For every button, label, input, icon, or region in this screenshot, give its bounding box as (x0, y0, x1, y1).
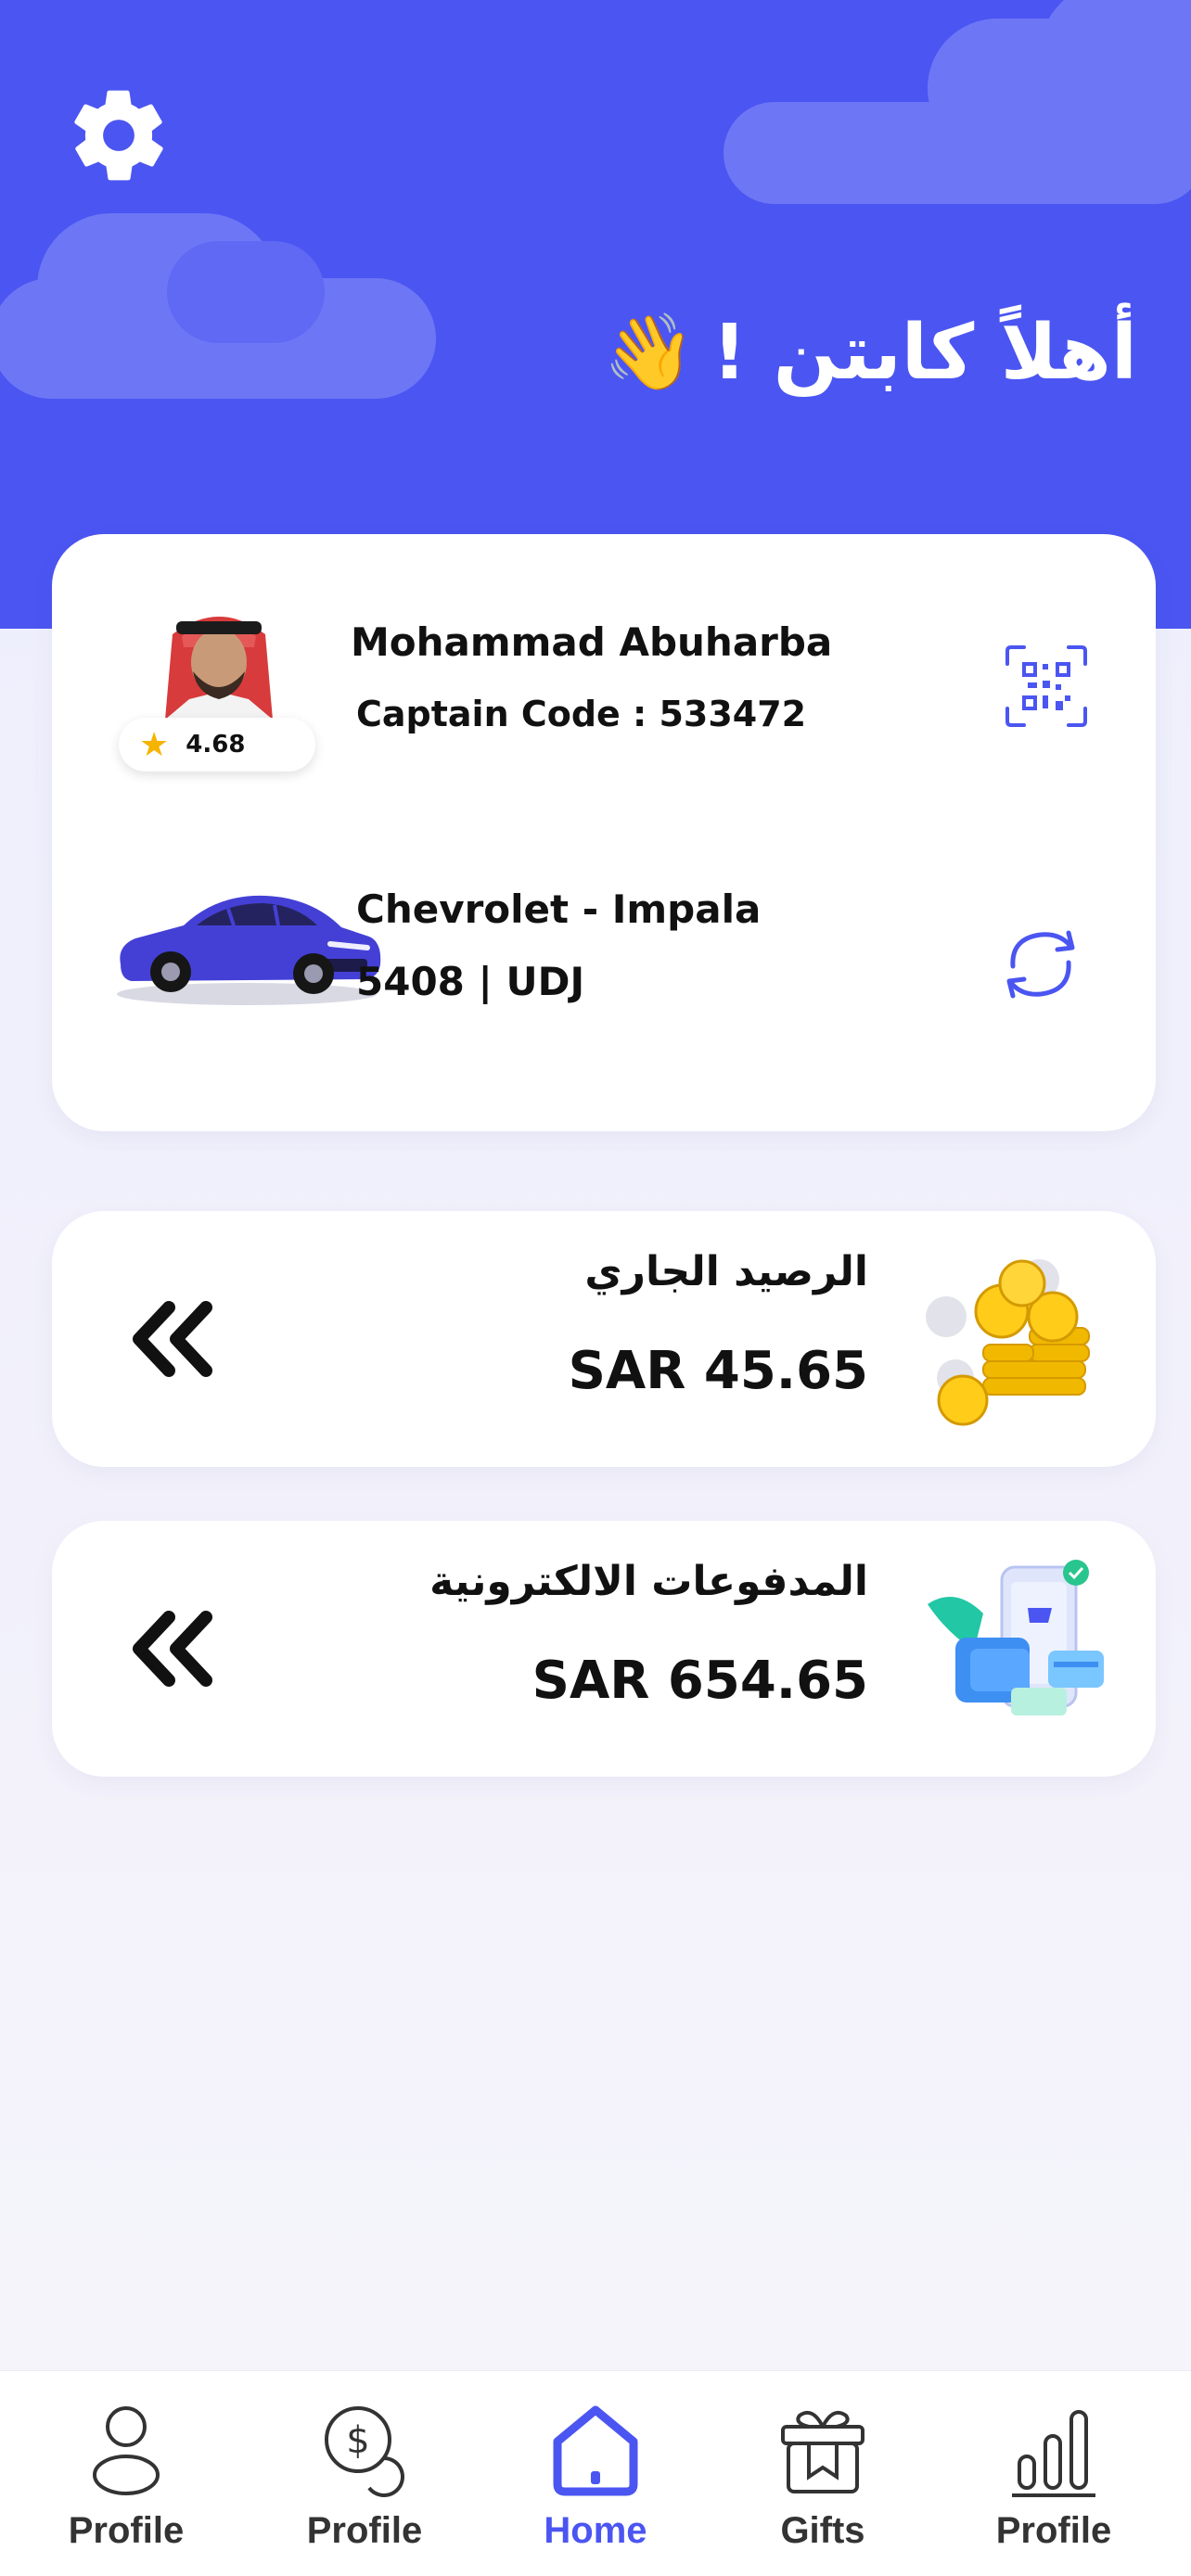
digital-wallet-icon (928, 1560, 1104, 1715)
nav-label: Profile (995, 2510, 1112, 2551)
vehicle-model: Chevrolet - Impala (356, 886, 762, 932)
greeting-text: أهلاً كابتن ! (711, 308, 1137, 397)
nav-earnings[interactable]: $ Profile (263, 2399, 467, 2566)
greeting: أهلاً كابتن ! 👋 (603, 297, 1137, 408)
current-balance-amount: SAR 45.65 (568, 1341, 868, 1401)
electronic-payments-amount: SAR 654.65 (531, 1651, 868, 1711)
gear-icon[interactable] (65, 82, 173, 189)
nav-home[interactable]: Home (493, 2399, 698, 2566)
coins-icon (926, 1259, 1090, 1426)
nav-label: Profile (68, 2510, 185, 2551)
double-chevron-left-icon[interactable] (126, 1296, 219, 1382)
double-chevron-left-icon[interactable] (126, 1606, 219, 1691)
captain-name: Mohammad Abuharba (351, 619, 833, 665)
nav-label: Profile (306, 2510, 423, 2551)
captain-profile-card: ★ 4.68 Mohammad Abuharba Captain Code : … (52, 534, 1156, 1131)
vehicle-plate: 5408 | UDJ (356, 959, 585, 1004)
captain-code: Captain Code : 533472 (356, 694, 807, 734)
qr-code-icon[interactable] (1004, 644, 1089, 729)
dollar-coin-icon: $ (325, 2406, 404, 2497)
current-balance-card[interactable]: الرصيد الجاري SAR 45.65 (52, 1211, 1156, 1467)
nav-profile[interactable]: Profile (24, 2399, 228, 2566)
electronic-payments-title: المدفوعات الالكترونية (429, 1558, 868, 1605)
car-image (117, 895, 381, 1005)
rating-value: 4.68 (186, 731, 246, 759)
refresh-icon[interactable] (994, 918, 1087, 1011)
nav-gifts[interactable]: Gifts (721, 2399, 925, 2566)
electronic-payments-card[interactable]: المدفوعات الالكترونية SAR 654.65 (52, 1521, 1156, 1777)
svg-text:$: $ (346, 2419, 369, 2462)
rating-badge: ★ 4.68 (119, 718, 315, 772)
current-balance-title: الرصيد الجاري (584, 1248, 868, 1295)
home-icon (553, 2405, 638, 2496)
cloud (167, 241, 325, 343)
nav-stats[interactable]: Profile (952, 2399, 1156, 2566)
gift-icon (781, 2411, 864, 2493)
nav-label: Home (544, 2510, 647, 2551)
bar-chart-icon (1012, 2410, 1095, 2497)
bottom-navigation: Profile $ Profile Home Gifts Profile (0, 2370, 1191, 2576)
user-icon (93, 2406, 160, 2495)
app-root: أهلاً كابتن ! 👋 ★ 4.68 Mohammad Abuharba… (0, 0, 1191, 2576)
nav-label: Gifts (780, 2510, 865, 2551)
waving-hand-emoji: 👋 (603, 309, 696, 395)
star-icon: ★ (139, 725, 170, 764)
